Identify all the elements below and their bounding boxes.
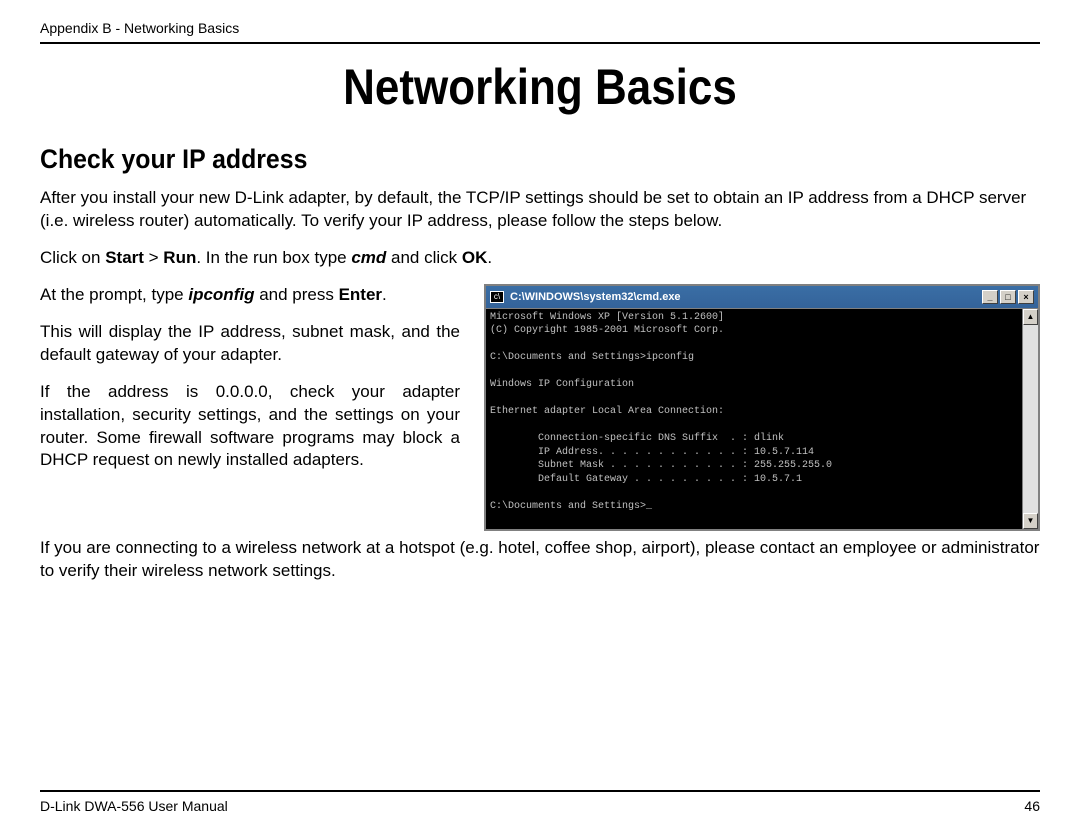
- header-rule: [40, 42, 1040, 44]
- text: At the prompt, type: [40, 285, 188, 304]
- step-2: At the prompt, type ipconfig and press E…: [40, 284, 460, 307]
- header-breadcrumb: Appendix B - Networking Basics: [40, 20, 1040, 36]
- text: and click: [386, 248, 462, 267]
- footer: D-Link DWA-556 User Manual 46: [40, 790, 1040, 814]
- text: Click on: [40, 248, 105, 267]
- intro-paragraph: After you install your new D-Link adapte…: [40, 187, 1040, 233]
- paragraph-4: If the address is 0.0.0.0, check your ad…: [40, 381, 460, 473]
- scroll-up-button[interactable]: ▲: [1023, 309, 1038, 325]
- text: . In the run box type: [196, 248, 351, 267]
- step-1: Click on Start > Run. In the run box typ…: [40, 247, 1040, 270]
- bold: Start: [105, 248, 144, 267]
- scroll-track[interactable]: [1023, 325, 1038, 513]
- footer-page: 46: [1024, 798, 1040, 814]
- bold-italic: ipconfig: [188, 285, 254, 304]
- paragraph-5: If you are connecting to a wireless netw…: [40, 537, 1040, 583]
- cmd-icon: c\: [490, 291, 504, 303]
- text: >: [144, 248, 163, 267]
- text: .: [487, 248, 492, 267]
- bold-italic: cmd: [351, 248, 386, 267]
- paragraph-3: This will display the IP address, subnet…: [40, 321, 460, 367]
- footer-rule: [40, 790, 1040, 792]
- scrollbar[interactable]: ▲ ▼: [1022, 309, 1038, 529]
- cmd-titlebar: c\ C:\WINDOWS\system32\cmd.exe _ □ ×: [486, 286, 1038, 308]
- text: .: [382, 285, 387, 304]
- close-button[interactable]: ×: [1018, 290, 1034, 304]
- bold: Enter: [339, 285, 382, 304]
- bold: Run: [163, 248, 196, 267]
- cmd-window: c\ C:\WINDOWS\system32\cmd.exe _ □ × Mic…: [484, 284, 1040, 531]
- page-title: Networking Basics: [100, 58, 980, 116]
- scroll-down-button[interactable]: ▼: [1023, 513, 1038, 529]
- section-subtitle: Check your IP address: [40, 144, 960, 175]
- bold: OK: [462, 248, 488, 267]
- cmd-output: Microsoft Windows XP [Version 5.1.2600] …: [486, 309, 1022, 529]
- cmd-title: C:\WINDOWS\system32\cmd.exe: [510, 291, 982, 303]
- footer-manual: D-Link DWA-556 User Manual: [40, 798, 228, 814]
- maximize-button[interactable]: □: [1000, 290, 1016, 304]
- minimize-button[interactable]: _: [982, 290, 998, 304]
- text: and press: [254, 285, 338, 304]
